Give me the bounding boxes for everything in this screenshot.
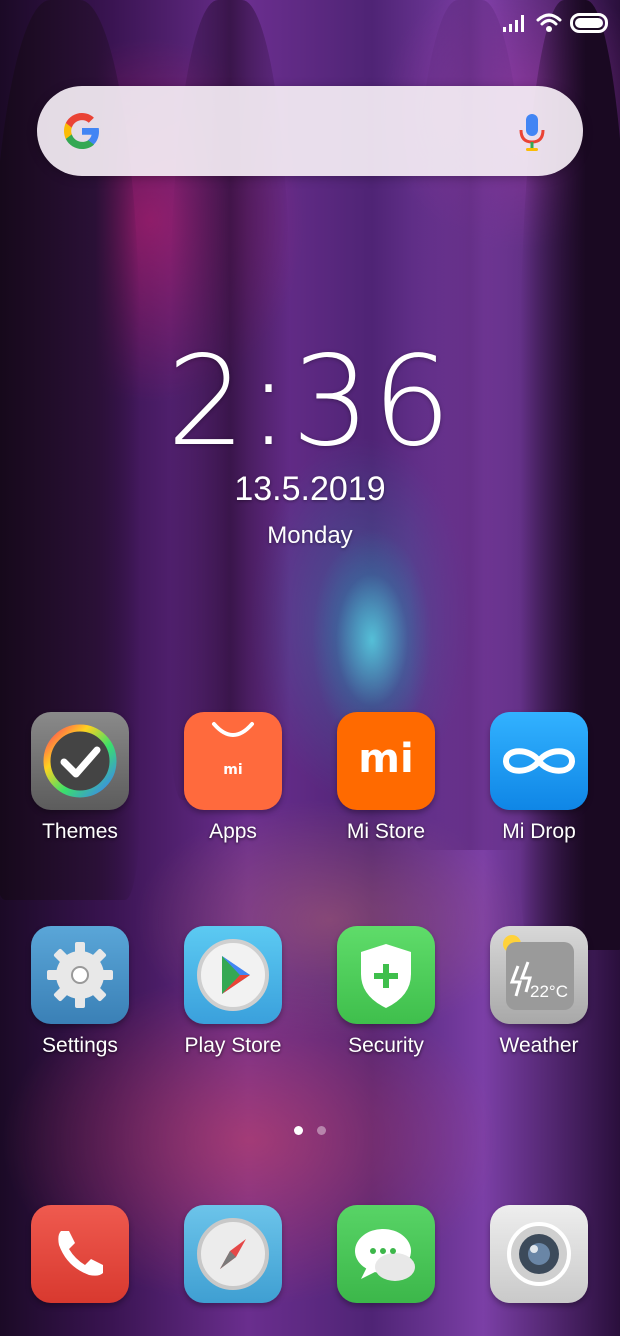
page-dot-active[interactable]: [294, 1126, 303, 1135]
messages-icon: [337, 1205, 435, 1303]
apps-mi-logo: mi: [223, 762, 243, 778]
app-label: Settings: [42, 1034, 118, 1057]
gear-icon: [31, 926, 129, 1024]
app-label: Apps: [209, 820, 257, 843]
status-bar: [502, 12, 610, 34]
clock-time[interactable]: 2:36: [0, 330, 620, 474]
apps-bag-icon: mi: [184, 712, 282, 810]
app-label: Mi Store: [346, 820, 426, 843]
mi-drop-icon: [490, 712, 588, 810]
app-label: Play Store: [184, 1034, 282, 1057]
app-apps[interactable]: mi Apps: [163, 712, 303, 844]
weather-temperature: 22°C: [530, 982, 568, 1001]
app-mi-drop[interactable]: Mi Drop: [469, 712, 609, 844]
dock-camera[interactable]: [469, 1205, 609, 1303]
phone-icon: [31, 1205, 129, 1303]
app-label: Mi Drop: [502, 820, 576, 843]
weather-icon: 22°C: [490, 926, 588, 1024]
app-label: Themes: [42, 820, 118, 843]
app-play-store[interactable]: Play Store: [163, 926, 303, 1058]
app-themes[interactable]: Themes: [10, 712, 150, 844]
page-dot[interactable]: [317, 1126, 326, 1135]
signal-icon: [503, 15, 524, 32]
google-g-icon: [64, 113, 99, 149]
browser-compass-icon: [184, 1205, 282, 1303]
app-label: Security: [348, 1034, 424, 1057]
security-shield-icon: [337, 926, 435, 1024]
app-security[interactable]: Security: [316, 926, 456, 1058]
app-mi-store[interactable]: mi Mi Store: [316, 712, 456, 844]
app-label: Weather: [499, 1034, 579, 1057]
page-indicator: [0, 1126, 620, 1135]
app-settings[interactable]: Settings: [10, 926, 150, 1058]
google-search-bar[interactable]: [37, 86, 583, 176]
themes-icon: [31, 712, 129, 810]
clock-day: Monday: [267, 522, 353, 549]
camera-icon: [490, 1205, 588, 1303]
mistore-mi-logo: mi: [358, 736, 414, 782]
microphone-icon[interactable]: [517, 112, 547, 152]
play-store-icon: [184, 926, 282, 1024]
dock-messages[interactable]: [316, 1205, 456, 1303]
app-weather[interactable]: 22°C Weather: [469, 926, 609, 1058]
clock-date: 13.5.2019: [234, 470, 386, 508]
dock-browser[interactable]: [163, 1205, 303, 1303]
mi-store-icon: mi: [337, 712, 435, 810]
battery-icon: [570, 13, 608, 33]
wifi-icon: [536, 13, 562, 32]
dock-phone[interactable]: [10, 1205, 150, 1303]
